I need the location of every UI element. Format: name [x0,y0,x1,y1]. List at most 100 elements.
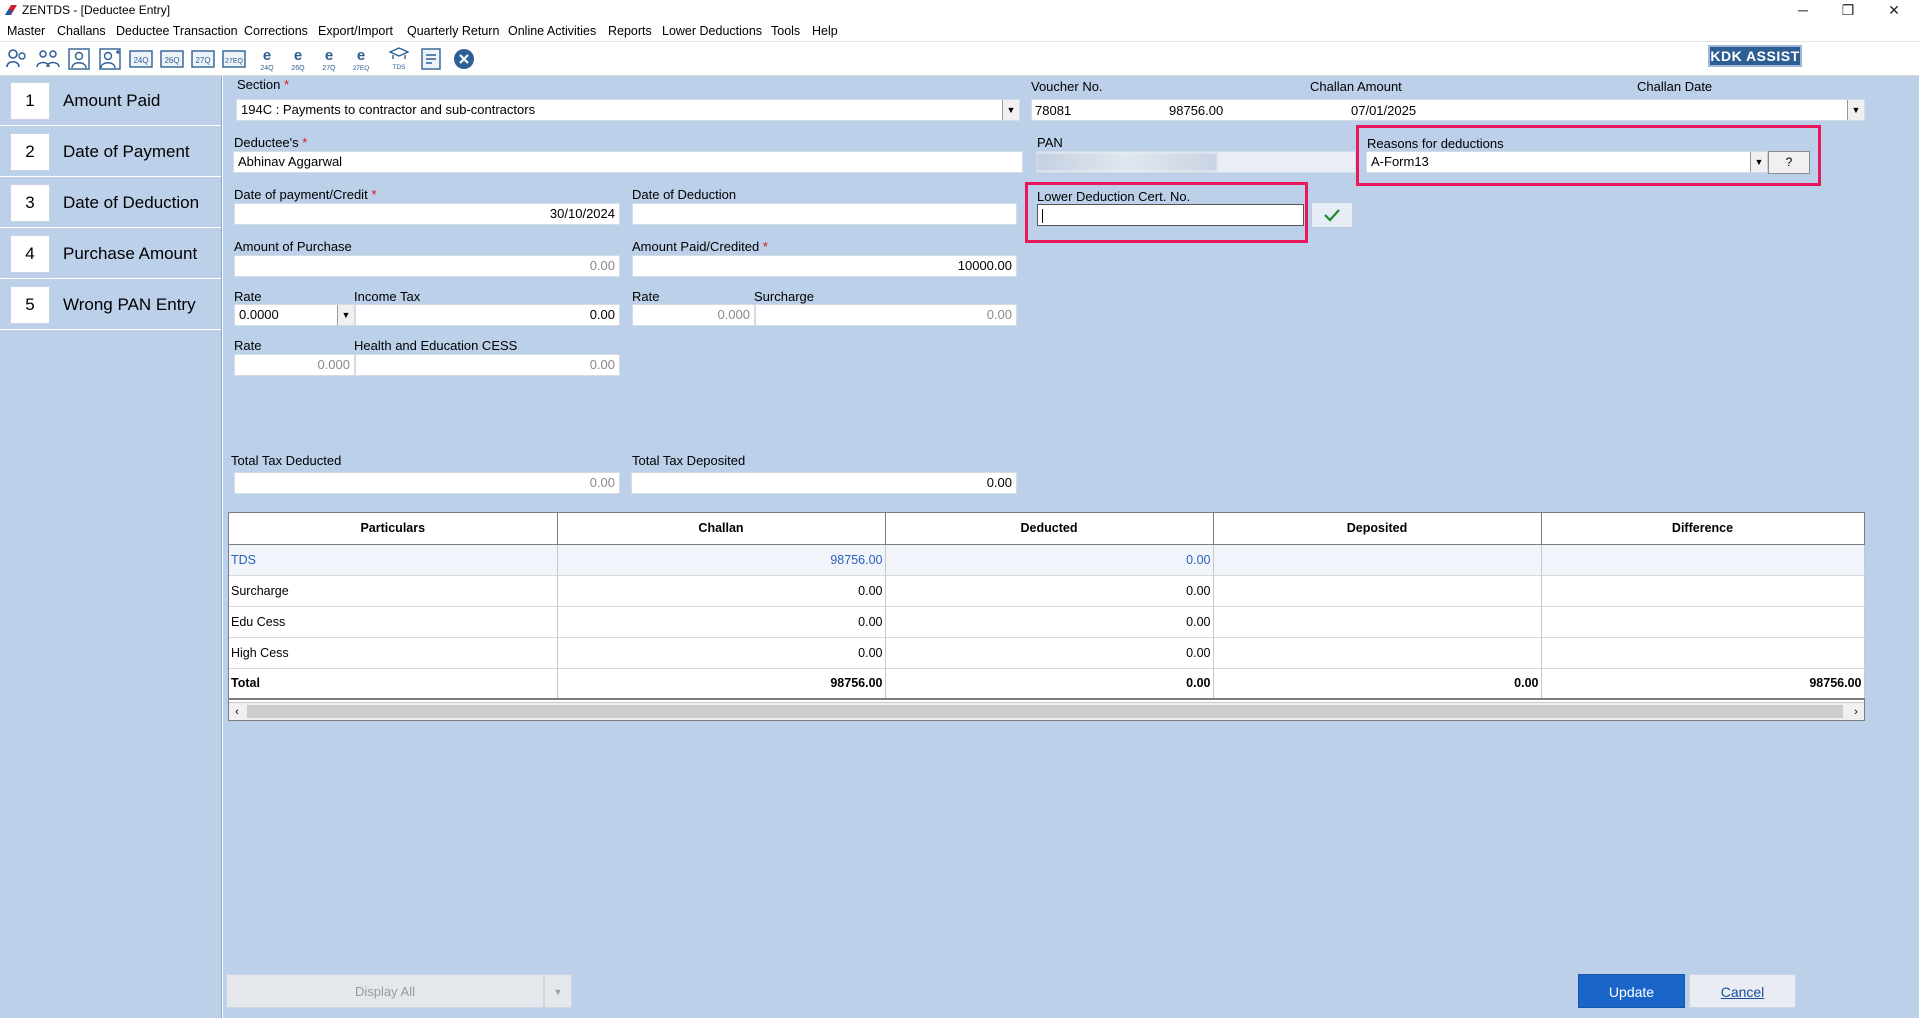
pan-masked-value [1037,153,1217,171]
sidebar-item-label: Wrong PAN Entry [63,295,196,314]
kdk-assist-button[interactable]: KDK ASSIST [1708,45,1802,67]
rate-dropdown-icon[interactable]: ▼ [337,305,354,325]
menu-challans[interactable]: Challans [57,24,106,38]
section-select[interactable]: 194C : Payments to contractor and sub-co… [236,99,1020,121]
challan-amount-value: 98756.00 [1169,103,1224,118]
menu-export-import[interactable]: Export/Import [318,24,393,38]
display-all-button[interactable]: Display All [226,974,544,1008]
cess-field[interactable]: 0.00 [355,354,620,376]
sidebar-item-wrong-pan-entry[interactable]: 5 Wrong PAN Entry [0,280,221,330]
sidebar: 1 Amount Paid 2 Date of Payment 3 Date o… [0,76,222,1018]
restore-button[interactable]: ❐ [1828,0,1868,20]
menu-tools[interactable]: Tools [771,24,800,38]
reasons-select[interactable]: A-Form13 [1366,151,1766,173]
section-dropdown-icon[interactable]: ▼ [1002,100,1019,120]
reasons-help-button[interactable]: ? [1768,151,1810,174]
sidebar-item-date-of-payment[interactable]: 2 Date of Payment [0,127,221,177]
form-24q-icon[interactable]: 24Q [128,46,154,72]
scroll-thumb[interactable] [247,705,1843,718]
menu-reports[interactable]: Reports [608,24,652,38]
col-header-difference[interactable]: Difference [1541,513,1865,545]
cell-difference [1541,575,1865,607]
cell-deducted: 0.00 [885,544,1214,576]
cell-deposited [1213,606,1542,638]
table-row[interactable]: Edu Cess 0.00 0.00 [229,606,1865,638]
lower-cert-label: Lower Deduction Cert. No. [1037,189,1191,204]
sidebar-item-label: Date of Payment [63,142,190,161]
table-total-row[interactable]: Total 98756.00 0.00 0.00 98756.00 [229,668,1865,700]
e-27eq-icon[interactable]: e27EQ [348,46,374,72]
total-deposited-label: Total Tax Deposited [632,453,746,468]
cell-difference [1541,606,1865,638]
form-27eq-icon[interactable]: 27EQ [221,46,247,72]
cell-difference: 98756.00 [1541,668,1865,700]
check-icon [1324,209,1340,222]
reasons-dropdown-icon[interactable]: ▼ [1750,152,1767,172]
svg-text:27EQ: 27EQ [353,65,370,72]
cell-deducted: 0.00 [885,668,1214,700]
surcharge-field[interactable]: 0.00 [755,304,1017,326]
svg-text:26Q: 26Q [164,56,179,65]
menu-master[interactable]: Master [7,24,45,38]
cancel-button[interactable]: Cancel [1689,974,1796,1008]
amount-paid-field[interactable]: 10000.00 [632,255,1017,277]
amount-purchase-field[interactable]: 0.00 [234,255,620,277]
table-row[interactable]: High Cess 0.00 0.00 [229,637,1865,669]
deductee-field[interactable]: Abhinav Aggarwal [233,151,1023,173]
form-26q-icon[interactable]: 26Q [159,46,185,72]
form-27q-icon[interactable]: 27Q [190,46,216,72]
sidebar-item-amount-paid[interactable]: 1 Amount Paid [0,76,221,126]
voucher-select[interactable] [1031,99,1865,121]
voucher-value: 78081 [1035,103,1072,118]
col-header-challan[interactable]: Challan [557,513,886,545]
menu-lower-deductions[interactable]: Lower Deductions [662,24,762,38]
col-header-deducted[interactable]: Deducted [885,513,1214,545]
voucher-dropdown-icon[interactable]: ▼ [1847,100,1864,120]
menu-deductee-transaction[interactable]: Deductee Transaction [116,24,238,38]
cess-rate-label: Rate [234,338,262,353]
deductees-icon[interactable] [35,46,61,72]
svg-text:27Q: 27Q [322,65,336,72]
tds-icon[interactable]: TDS [386,46,412,72]
update-button[interactable]: Update [1578,974,1685,1008]
e-27q-icon[interactable]: e27Q [316,46,342,72]
user-add-icon[interactable] [97,46,123,72]
sidebar-item-number: 4 [10,235,50,273]
deductee-label: Deductee's * [234,135,308,150]
col-header-deposited[interactable]: Deposited [1213,513,1542,545]
e-24q-icon[interactable]: e24Q [254,46,280,72]
date-deduction-field[interactable] [632,203,1017,225]
close-circle-icon[interactable] [451,46,477,72]
user-icon[interactable] [66,46,92,72]
scroll-right-icon[interactable]: › [1848,703,1864,721]
display-all-dropdown-icon[interactable]: ▼ [544,974,572,1008]
sidebar-item-label: Amount Paid [63,91,161,110]
lower-cert-field[interactable] [1037,204,1304,226]
surcharge-rate-label: Rate [632,289,660,304]
window-title: ZENTDS - [Deductee Entry] [22,3,171,17]
menu-help[interactable]: Help [812,24,838,38]
cess-rate-field[interactable]: 0.000 [234,354,355,376]
e-26q-icon[interactable]: e26Q [285,46,311,72]
income-tax-field[interactable]: 0.00 [355,304,620,326]
cell-deposited [1213,544,1542,576]
col-header-particulars[interactable]: Particulars [229,513,558,545]
close-window-button[interactable]: ✕ [1874,0,1914,20]
sidebar-item-date-of-deduction[interactable]: 3 Date of Deduction [0,178,221,228]
table-row[interactable]: Surcharge 0.00 0.00 [229,575,1865,607]
deductor-icon[interactable] [4,46,30,72]
scroll-left-icon[interactable]: ‹ [229,703,245,721]
menu-quarterly-return[interactable]: Quarterly Return [407,24,499,38]
report-icon[interactable] [418,46,444,72]
table-row[interactable]: TDS 98756.00 0.00 [229,544,1865,576]
total-deposited-field: 0.00 [631,472,1017,494]
date-payment-field[interactable]: 30/10/2024 [234,203,620,225]
confirm-button[interactable] [1311,202,1353,228]
menu-online-activities[interactable]: Online Activities [508,24,596,38]
surcharge-rate-field[interactable]: 0.000 [632,304,755,326]
horizontal-scrollbar[interactable]: ‹ › [229,702,1864,720]
minimize-button[interactable]: ─ [1783,0,1823,20]
menu-corrections[interactable]: Corrections [244,24,308,38]
sidebar-item-purchase-amount[interactable]: 4 Purchase Amount [0,229,221,279]
income-tax-label: Income Tax [354,289,421,304]
